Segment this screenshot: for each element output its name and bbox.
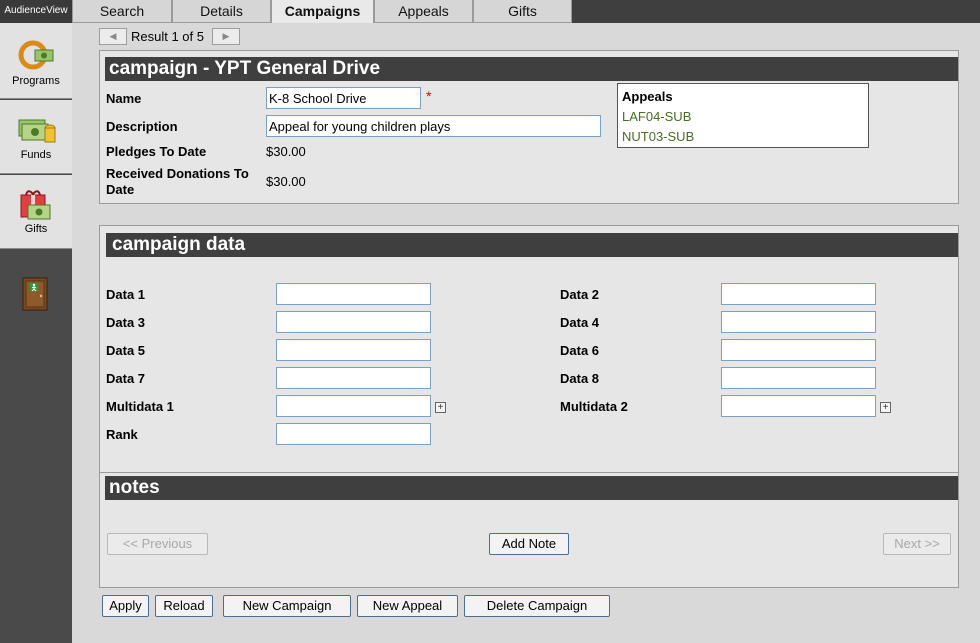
arrow-left-icon: ◀ — [109, 31, 117, 41]
sidebar: Programs Funds Gifts — [0, 23, 72, 643]
top-bar: AudienceView Search Details Campaigns Ap… — [0, 0, 980, 25]
data-5-label: Data 5 — [106, 343, 146, 358]
sidebar-item-label: Programs — [12, 75, 60, 87]
result-count: Result 1 of 5 — [131, 29, 204, 44]
delete-campaign-button[interactable]: Delete Campaign — [464, 595, 610, 617]
tab-campaigns[interactable]: Campaigns — [271, 0, 374, 25]
add-note-button[interactable]: Add Note — [489, 533, 569, 555]
multidata-1-field[interactable] — [276, 395, 431, 417]
campaign-panel: campaign - YPT General Drive Name * Desc… — [99, 50, 959, 204]
data-4-field[interactable] — [721, 311, 876, 333]
previous-result-button[interactable]: ◀ — [99, 28, 127, 45]
next-note-button[interactable]: Next >> — [883, 533, 951, 555]
campaign-title: campaign - YPT General Drive — [105, 57, 958, 81]
description-field[interactable] — [266, 115, 601, 137]
campaign-data-panel: campaign data Data 1 Data 2 Data 3 Data … — [99, 225, 959, 476]
data-3-label: Data 3 — [106, 315, 146, 330]
expand-plus-icon[interactable]: + — [435, 402, 446, 413]
notes-panel: notes << Previous Add Note Next >> — [99, 472, 959, 588]
tab-gifts[interactable]: Gifts — [473, 0, 572, 23]
data-8-label: Data 8 — [560, 371, 600, 386]
data-6-label: Data 6 — [560, 343, 600, 358]
name-field[interactable] — [266, 87, 421, 109]
multidata-2-label: Multidata 2 — [560, 399, 628, 414]
next-result-button[interactable]: ▶ — [212, 28, 240, 45]
appeal-link[interactable]: NUT03-SUB — [622, 129, 694, 144]
programs-icon — [18, 40, 54, 70]
arrow-right-icon: ▶ — [222, 31, 230, 41]
main-content: ◀ Result 1 of 5 ▶ campaign - YPT General… — [72, 23, 980, 643]
tab-details[interactable]: Details — [172, 0, 271, 23]
received-value: $30.00 — [266, 174, 306, 189]
data-7-field[interactable] — [276, 367, 431, 389]
sidebar-item-label: Gifts — [24, 223, 48, 235]
sidebar-item-programs[interactable]: Programs — [0, 23, 72, 99]
appeal-link[interactable]: LAF04-SUB — [622, 109, 691, 124]
expand-plus-icon[interactable]: + — [880, 402, 891, 413]
sidebar-item-gifts[interactable]: Gifts — [0, 175, 72, 249]
funds-icon — [18, 119, 56, 143]
name-label: Name — [106, 91, 142, 106]
data-1-label: Data 1 — [106, 287, 146, 302]
data-1-field[interactable] — [276, 283, 431, 305]
pledges-value: $30.00 — [266, 144, 306, 159]
required-marker: * — [426, 88, 432, 104]
data-6-field[interactable] — [721, 339, 876, 361]
rank-field[interactable] — [276, 423, 431, 445]
multidata-2-field[interactable] — [721, 395, 876, 417]
tab-search[interactable]: Search — [72, 0, 172, 23]
gifts-icon — [20, 190, 51, 220]
sidebar-item-label: Funds — [20, 149, 52, 161]
apply-button[interactable]: Apply — [102, 595, 149, 617]
data-2-label: Data 2 — [560, 287, 600, 302]
received-label-line1: Received Donations To — [106, 166, 249, 181]
data-7-label: Data 7 — [106, 371, 146, 386]
reload-button[interactable]: Reload — [155, 595, 213, 617]
rank-label: Rank — [106, 427, 138, 442]
data-5-field[interactable] — [276, 339, 431, 361]
app-logo: AudienceView — [0, 0, 72, 23]
data-4-label: Data 4 — [560, 315, 600, 330]
notes-title: notes — [105, 476, 958, 500]
new-appeal-button[interactable]: New Appeal — [357, 595, 458, 617]
pledges-label: Pledges To Date — [106, 144, 207, 159]
tab-appeals[interactable]: Appeals — [374, 0, 473, 23]
received-label-line2: Date — [106, 182, 135, 197]
multidata-1-label: Multidata 1 — [106, 399, 174, 414]
data-3-field[interactable] — [276, 311, 431, 333]
data-2-field[interactable] — [721, 283, 876, 305]
data-8-field[interactable] — [721, 367, 876, 389]
appeals-list-box: Appeals LAF04-SUB NUT03-SUB — [617, 83, 869, 148]
description-label: Description — [106, 119, 178, 134]
campaign-data-title: campaign data — [106, 233, 958, 257]
sidebar-item-funds[interactable]: Funds — [0, 100, 72, 174]
previous-note-button[interactable]: << Previous — [107, 533, 208, 555]
appeals-heading: Appeals — [622, 89, 673, 104]
new-campaign-button[interactable]: New Campaign — [223, 595, 351, 617]
exit-door-icon[interactable] — [22, 277, 48, 311]
